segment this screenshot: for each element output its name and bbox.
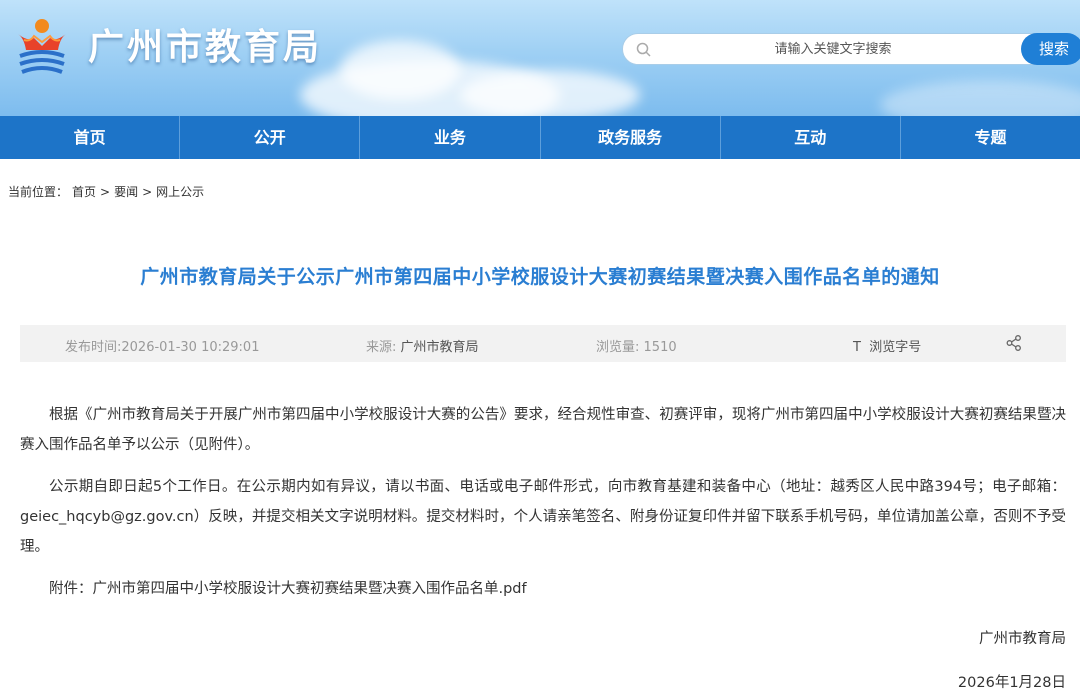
breadcrumb-prefix: 当前位置： (8, 185, 69, 199)
attachment-label: 附件： (49, 581, 93, 597)
article-meta-bar: 发布时间:2026-01-30 10:29:01 来源: 广州市教育局 浏览量:… (20, 325, 1066, 362)
view-count: 浏览量: 1510 (596, 336, 677, 355)
font-size-label: 浏览字号 (869, 340, 922, 355)
source: 来源: 广州市教育局 (366, 336, 479, 355)
font-size-toggle[interactable]: T 浏览字号 (853, 336, 921, 355)
nav-item-public[interactable]: 公开 (180, 116, 361, 159)
publish-value: 2026-01-30 10:29:01 (121, 340, 260, 355)
nav-item-topics[interactable]: 专题 (901, 116, 1080, 159)
publish-label: 发布时间: (65, 340, 122, 355)
font-size-icon: T (853, 340, 861, 355)
attachment: 附件：广州市第四届中小学校服设计大赛初赛结果暨决赛入围作品名单.pdf (20, 574, 1066, 604)
main-nav: 首页 公开 业务 政务服务 互动 专题 (0, 116, 1080, 159)
cloud-decoration (880, 80, 1080, 116)
nav-item-gov-service[interactable]: 政务服务 (541, 116, 721, 159)
breadcrumb: 当前位置： 首页 > 要闻 > 网上公示 (8, 183, 208, 200)
site-header: 广州市教育局 搜索 (0, 0, 1080, 116)
article-title: 广州市教育局关于公示广州市第四届中小学校服设计大赛初赛结果暨决赛入围作品名单的通… (140, 266, 940, 288)
source-value: 广州市教育局 (400, 340, 479, 355)
nav-item-home[interactable]: 首页 (0, 116, 181, 159)
site-title[interactable]: 广州市教育局 (88, 18, 322, 70)
source-label: 来源: (366, 340, 397, 355)
search-button[interactable]: 搜索 (1021, 33, 1080, 65)
article-body: 根据《广州市教育局关于开展广州市第四届中小学校服设计大赛的公告》要求，经合规性审… (20, 400, 1066, 604)
article-paragraph: 根据《广州市教育局关于开展广州市第四届中小学校服设计大赛的公告》要求，经合规性审… (20, 407, 1066, 453)
cloud-decoration (340, 40, 460, 100)
article-paragraph: 公示期自即日起5个工作日。在公示期内如有异议，请以书面、电话或电子邮件形式，向市… (20, 479, 1066, 555)
issue-date: 2026年1月28日 (957, 675, 1066, 691)
breadcrumb-home[interactable]: 首页 (72, 185, 96, 199)
education-bureau-logo[interactable] (10, 12, 74, 76)
search-box: 搜索 (622, 33, 1080, 65)
nav-item-interaction[interactable]: 互动 (721, 116, 901, 159)
search-icon (636, 42, 651, 57)
signature: 广州市教育局 (979, 631, 1066, 647)
publish-time: 发布时间:2026-01-30 10:29:01 (65, 336, 259, 355)
breadcrumb-online-notice[interactable]: 网上公示 (156, 185, 204, 199)
views-value: 1510 (643, 340, 677, 355)
views-label: 浏览量: (596, 340, 640, 355)
nav-item-business[interactable]: 业务 (360, 116, 541, 159)
attachment-link[interactable]: 广州市第四届中小学校服设计大赛初赛结果暨决赛入围作品名单.pdf (93, 581, 527, 597)
share-icon[interactable] (1005, 334, 1023, 352)
breadcrumb-news[interactable]: 要闻 (114, 185, 138, 199)
breadcrumb-separator: > (142, 185, 153, 199)
cloud-decoration (460, 70, 640, 116)
breadcrumb-separator: > (100, 185, 111, 199)
search-input[interactable] (663, 37, 1003, 61)
